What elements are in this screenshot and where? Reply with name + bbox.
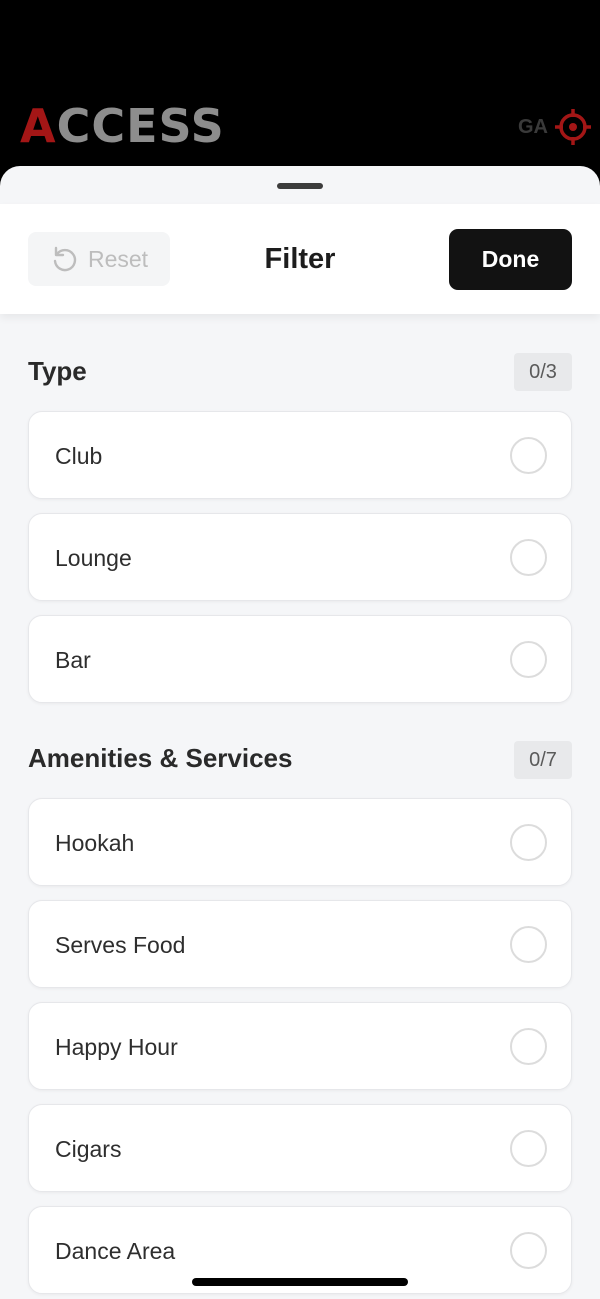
radio-button[interactable] — [510, 1232, 547, 1269]
option-label: Bar — [55, 646, 91, 673]
type-count-badge: 0/3 — [514, 353, 572, 391]
option-lounge[interactable]: Lounge — [28, 513, 572, 601]
option-bar[interactable]: Bar — [28, 615, 572, 703]
option-label: Club — [55, 442, 103, 469]
option-label: Serves Food — [55, 931, 186, 958]
radio-button[interactable] — [510, 437, 547, 474]
radio-button[interactable] — [510, 1028, 547, 1065]
sheet-grabber[interactable] — [277, 183, 323, 189]
section-title-type: Type — [28, 356, 87, 386]
radio-button[interactable] — [510, 926, 547, 963]
radio-button[interactable] — [510, 641, 547, 678]
option-label: Hookah — [55, 829, 135, 856]
access-logo: ACCESS — [20, 99, 225, 153]
option-label: Lounge — [55, 544, 132, 571]
done-button[interactable]: Done — [449, 229, 572, 290]
radio-button[interactable] — [510, 539, 547, 576]
reset-button[interactable]: Reset — [28, 232, 170, 286]
option-label: Cigars — [55, 1135, 122, 1162]
option-serves-food[interactable]: Serves Food — [28, 900, 572, 988]
radio-button[interactable] — [510, 824, 547, 861]
background-header-text: GA — [518, 116, 548, 138]
section-title-amenities: Amenities & Services — [28, 743, 293, 773]
option-club[interactable]: Club — [28, 411, 572, 499]
filter-sheet: Reset Filter Done Type 0/3 Club Lounge B… — [0, 166, 600, 1299]
amenities-count-badge: 0/7 — [514, 741, 572, 779]
radio-button[interactable] — [510, 1130, 547, 1167]
option-label: Dance Area — [55, 1237, 176, 1264]
option-label: Happy Hour — [55, 1033, 178, 1060]
option-cigars[interactable]: Cigars — [28, 1104, 572, 1192]
home-indicator — [192, 1278, 408, 1286]
option-hookah[interactable]: Hookah — [28, 798, 572, 886]
filter-header: Reset Filter Done — [0, 204, 600, 314]
reset-label: Reset — [87, 245, 149, 272]
option-happy-hour[interactable]: Happy Hour — [28, 1002, 572, 1090]
target-icon — [555, 109, 591, 145]
reset-icon — [53, 246, 77, 272]
